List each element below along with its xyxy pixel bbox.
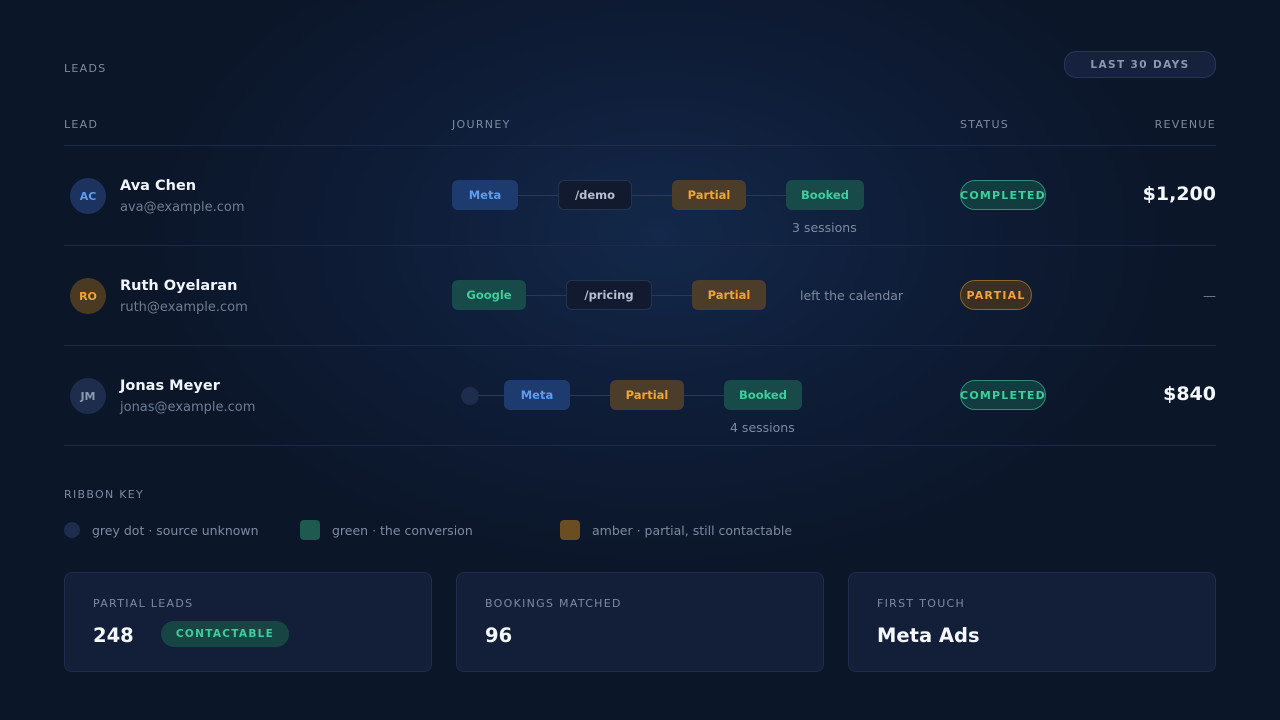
status-badge: COMPLETED <box>960 180 1046 210</box>
journey-chip-source[interactable]: Meta <box>452 180 518 210</box>
ribbon-key-title: RIBBON KEY <box>64 488 145 501</box>
key-green-swatch-icon <box>300 520 320 540</box>
journey-note: left the calendar <box>800 288 904 303</box>
journey-chip-partial[interactable]: Partial <box>692 280 766 310</box>
key-label-conversion: green · the conversion <box>332 523 473 538</box>
avatar: RO <box>70 278 106 314</box>
revenue-value: $1,200 <box>1142 183 1216 205</box>
column-header-revenue: REVENUE <box>1154 118 1216 131</box>
column-header-status: STATUS <box>960 118 1010 131</box>
stat-card-first-touch: FIRST TOUCH Meta Ads <box>848 572 1216 672</box>
stat-value: 96 <box>485 624 513 647</box>
row-divider <box>64 245 1216 246</box>
journey-chip-page[interactable]: /demo <box>558 180 632 210</box>
avatar: JM <box>70 378 106 414</box>
stat-value: 248 <box>93 624 134 647</box>
column-header-lead: LEAD <box>64 118 99 131</box>
row-divider <box>64 445 1216 446</box>
status-badge: PARTIAL <box>960 280 1032 310</box>
session-count: 3 sessions <box>792 220 857 235</box>
journey-chip-booked[interactable]: Booked <box>786 180 864 210</box>
journey-chip-partial[interactable]: Partial <box>610 380 684 410</box>
session-count: 4 sessions <box>730 420 795 435</box>
key-label-unknown: grey dot · source unknown <box>92 523 259 538</box>
journey-chip-booked[interactable]: Booked <box>724 380 802 410</box>
revenue-value: $840 <box>1163 383 1216 405</box>
unknown-source-dot <box>461 387 479 405</box>
lead-email: ava@example.com <box>120 200 245 215</box>
row-divider <box>64 345 1216 346</box>
stat-label: PARTIAL LEADS <box>93 597 194 610</box>
journey-chip-partial[interactable]: Partial <box>672 180 746 210</box>
status-badge: COMPLETED <box>960 380 1046 410</box>
stat-label: FIRST TOUCH <box>877 597 966 610</box>
header-divider <box>64 145 1216 146</box>
key-amber-swatch-icon <box>560 520 580 540</box>
revenue-value: — <box>1203 289 1216 304</box>
contactable-badge[interactable]: CONTACTABLE <box>161 621 289 647</box>
section-title: LEADS <box>64 62 107 75</box>
lead-email: ruth@example.com <box>120 300 248 315</box>
journey-chip-source[interactable]: Meta <box>504 380 570 410</box>
lead-name[interactable]: Ava Chen <box>120 178 196 194</box>
key-label-partial: amber · partial, still contactable <box>592 523 793 538</box>
lead-name[interactable]: Jonas Meyer <box>120 378 220 394</box>
lead-name[interactable]: Ruth Oyelaran <box>120 278 237 294</box>
stat-value: Meta Ads <box>877 624 980 647</box>
avatar: AC <box>70 178 106 214</box>
stat-card-bookings: BOOKINGS MATCHED 96 <box>456 572 824 672</box>
stat-label: BOOKINGS MATCHED <box>485 597 622 610</box>
column-header-journey: JOURNEY <box>452 118 511 131</box>
stat-card-partial-leads: PARTIAL LEADS 248 CONTACTABLE <box>64 572 432 672</box>
lead-email: jonas@example.com <box>120 400 256 415</box>
journey-chip-source[interactable]: Google <box>452 280 526 310</box>
date-range-button[interactable]: LAST 30 DAYS <box>1064 51 1216 78</box>
journey-chip-page[interactable]: /pricing <box>566 280 652 310</box>
key-grey-dot-icon <box>64 522 80 538</box>
